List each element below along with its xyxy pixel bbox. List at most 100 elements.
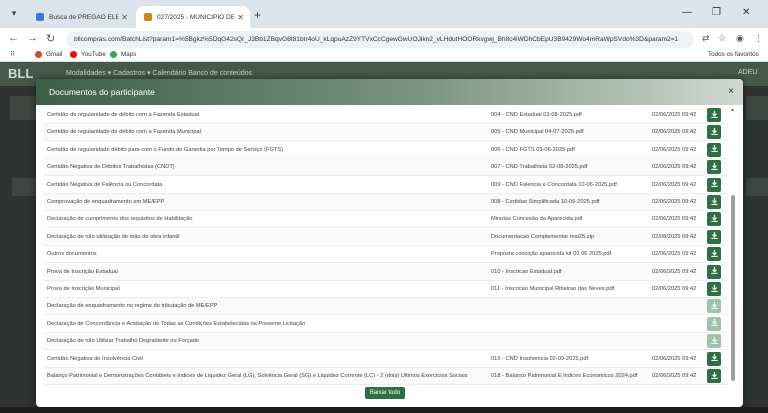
document-filename: 018 - Balanco Patrimonial E Indices Econ… bbox=[491, 373, 638, 379]
download-button[interactable] bbox=[707, 282, 721, 296]
all-bookmarks-label: Todos os favoritos bbox=[708, 51, 759, 58]
minimize-icon[interactable]: — bbox=[682, 7, 692, 18]
download-icon bbox=[710, 318, 719, 329]
address-bar[interactable]: bllcompras.com/BatchList?param1=%5Bgkz%5… bbox=[66, 31, 694, 48]
back-icon[interactable]: ← bbox=[8, 32, 19, 44]
download-button[interactable] bbox=[707, 125, 721, 140]
browser-tabstrip: ▾ Busca de PREGÃO ELETRÔNICO ✕ 027/2025 … bbox=[0, 0, 768, 28]
download-button[interactable] bbox=[707, 351, 721, 366]
documents-modal: Documentos do participante × Certidão de… bbox=[36, 79, 743, 407]
modal-scrollbar[interactable]: ▲ bbox=[730, 107, 736, 387]
download-icon bbox=[710, 284, 719, 295]
document-filename: 004 - CND Estadual 03-08-2025.pdf bbox=[491, 112, 582, 118]
download-button[interactable] bbox=[707, 195, 721, 209]
scroll-thumb[interactable] bbox=[731, 195, 735, 381]
table-row: Comprovação de enquadramento em ME/EPP 00… bbox=[44, 194, 728, 211]
download-icon bbox=[710, 353, 719, 364]
youtube-icon bbox=[70, 51, 77, 58]
bg-panel bbox=[12, 178, 38, 196]
document-date: 02/08/2025 09:42 bbox=[652, 233, 697, 240]
document-type: Balanço Patrimonial e Demonstrações Cont… bbox=[47, 373, 468, 379]
download-button[interactable] bbox=[707, 160, 721, 175]
bg-panel bbox=[746, 96, 768, 120]
browser-tab-2[interactable]: 027/2025 - MUNICIPIO DE CO ✕ bbox=[136, 6, 250, 28]
document-date: 02/06/2025 09:42 bbox=[652, 164, 697, 171]
document-type: Certidão de regularidade de débito com a… bbox=[47, 112, 200, 118]
document-filename: Documentacao Complementar mai25.zip bbox=[491, 233, 595, 240]
download-button[interactable] bbox=[707, 108, 721, 122]
gmail-icon bbox=[35, 51, 42, 58]
site-logo: BLL bbox=[8, 66, 34, 81]
tab-title: Busca de PREGÃO ELETRÔNICO bbox=[49, 13, 119, 21]
table-row: Declaração de Concordância e Aceitação d… bbox=[44, 316, 728, 333]
table-row: Declaração de enquadramento no regime de… bbox=[44, 298, 728, 316]
document-filename: 015 - CND Insolvencia 02-09-2025.pdf bbox=[491, 355, 589, 362]
document-date: 02/06/2025 09:42 bbox=[652, 286, 697, 292]
maximize-icon[interactable]: ❐ bbox=[712, 7, 721, 18]
tab-close-icon[interactable]: ✕ bbox=[237, 13, 244, 22]
download-all-button[interactable]: Baixar todo bbox=[365, 387, 405, 399]
tab-title: 027/2025 - MUNICIPIO DE CO bbox=[157, 13, 235, 21]
menu-icon[interactable]: ⋮ bbox=[754, 33, 763, 44]
profile-icon[interactable]: ◉ bbox=[736, 33, 744, 44]
apps-icon[interactable]: ⠿ bbox=[10, 51, 15, 58]
download-icon bbox=[710, 144, 719, 155]
all-bookmarks[interactable]: Todos os favoritos bbox=[708, 51, 759, 58]
document-filename: 005 - CND Municipal 04-07-2025.pdf bbox=[491, 129, 584, 136]
window-close-icon[interactable]: ✕ bbox=[742, 7, 750, 18]
download-button[interactable] bbox=[707, 369, 721, 383]
table-row: Declaração de cumprimento dos requisitos… bbox=[44, 211, 728, 229]
download-icon bbox=[710, 336, 719, 347]
download-button[interactable] bbox=[707, 247, 721, 262]
table-row: Certidão Negativa de Falência ou Concord… bbox=[44, 177, 728, 194]
modal-title: Documentos do participante bbox=[49, 87, 155, 97]
download-button bbox=[707, 299, 721, 314]
document-type: Declaração de não Utilizar Trabalho Degr… bbox=[47, 338, 200, 345]
download-icon bbox=[710, 214, 719, 225]
download-icon bbox=[710, 162, 719, 173]
document-type: Comprovação de enquadramento em ME/EPP bbox=[47, 199, 165, 205]
table-row: Declaração de não utilização de mão de o… bbox=[44, 228, 728, 246]
modal-close-icon[interactable]: × bbox=[728, 86, 734, 97]
document-type: Certidão Negativa de Falência ou Concord… bbox=[47, 181, 163, 188]
download-button[interactable] bbox=[707, 229, 721, 244]
document-type: Prova de Inscrição Municipal bbox=[47, 286, 120, 292]
bookmark-label: Maps bbox=[121, 51, 137, 58]
bookmark-star-icon[interactable]: ☆ bbox=[718, 33, 726, 44]
download-icon bbox=[710, 266, 719, 277]
tab-close-icon[interactable]: ✕ bbox=[121, 13, 128, 22]
tab-search-icon[interactable]: ▾ bbox=[7, 8, 21, 22]
forward-icon[interactable]: → bbox=[27, 32, 38, 44]
new-tab-button[interactable]: + bbox=[254, 8, 261, 22]
document-date: 02/06/2025 09:42 bbox=[652, 251, 697, 258]
bookmark-maps[interactable]: Maps bbox=[110, 51, 136, 58]
translate-icon[interactable]: ⇄ bbox=[702, 33, 710, 44]
table-row: Prova de Inscrição Municipal 011 - Inscri… bbox=[44, 281, 728, 298]
download-button[interactable] bbox=[707, 177, 721, 192]
download-button[interactable] bbox=[707, 264, 721, 279]
download-button[interactable] bbox=[707, 212, 721, 227]
document-type: Declaração de cumprimento dos requisitos… bbox=[47, 216, 193, 223]
document-date: 02/06/2025 09:42 bbox=[652, 129, 697, 136]
bookmark-youtube[interactable]: YouTube bbox=[70, 51, 106, 58]
scroll-up-icon[interactable]: ▲ bbox=[730, 107, 735, 113]
document-date: 02/06/2025 09:42 bbox=[652, 181, 697, 188]
document-type: Certidão Negativa de Débitos Trabalhista… bbox=[47, 164, 175, 171]
table-row: Declaração de não Utilizar Trabalho Degr… bbox=[44, 333, 728, 351]
document-type: Declaração de enquadramento no regime de… bbox=[47, 303, 218, 310]
document-date: 02/06/2025 09:42 bbox=[652, 146, 697, 153]
document-type: Outros documentos bbox=[47, 251, 97, 258]
download-button[interactable] bbox=[707, 142, 721, 157]
bookmark-gmail[interactable]: Gmail bbox=[35, 51, 62, 58]
table-row: Certidão de regularidade de débito com a… bbox=[44, 124, 728, 142]
document-filename: 009 - CND Falencia e Concordata 10-06-20… bbox=[491, 181, 617, 188]
site-user: ADEU bbox=[738, 69, 758, 76]
download-icon bbox=[710, 197, 719, 208]
document-type: Declaração de Concordância e Aceitação d… bbox=[47, 320, 306, 327]
reload-icon[interactable]: ↻ bbox=[46, 32, 55, 45]
browser-tab-1[interactable]: Busca de PREGÃO ELETRÔNICO ✕ bbox=[28, 6, 134, 28]
address-url: bllcompras.com/BatchList?param1=%5Bgkz%5… bbox=[74, 36, 679, 43]
download-button bbox=[707, 316, 721, 331]
download-icon bbox=[710, 301, 719, 312]
document-type: Certidão de regularidade débito para com… bbox=[47, 146, 284, 153]
